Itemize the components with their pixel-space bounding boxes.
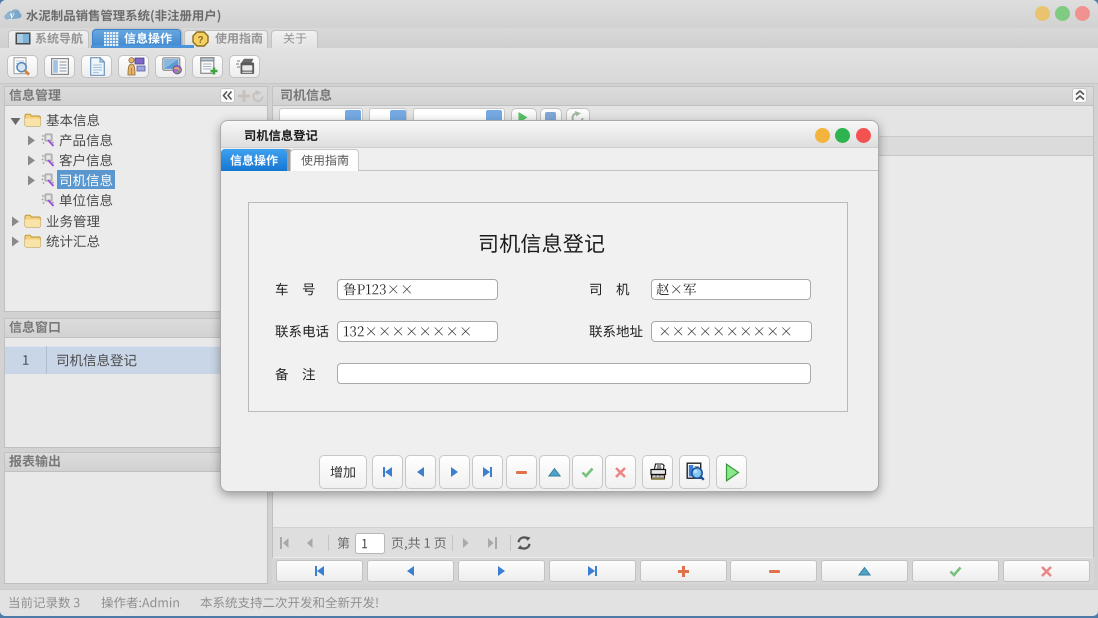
svg-text:y: y bbox=[9, 11, 16, 21]
svg-text:?: ? bbox=[197, 34, 203, 45]
